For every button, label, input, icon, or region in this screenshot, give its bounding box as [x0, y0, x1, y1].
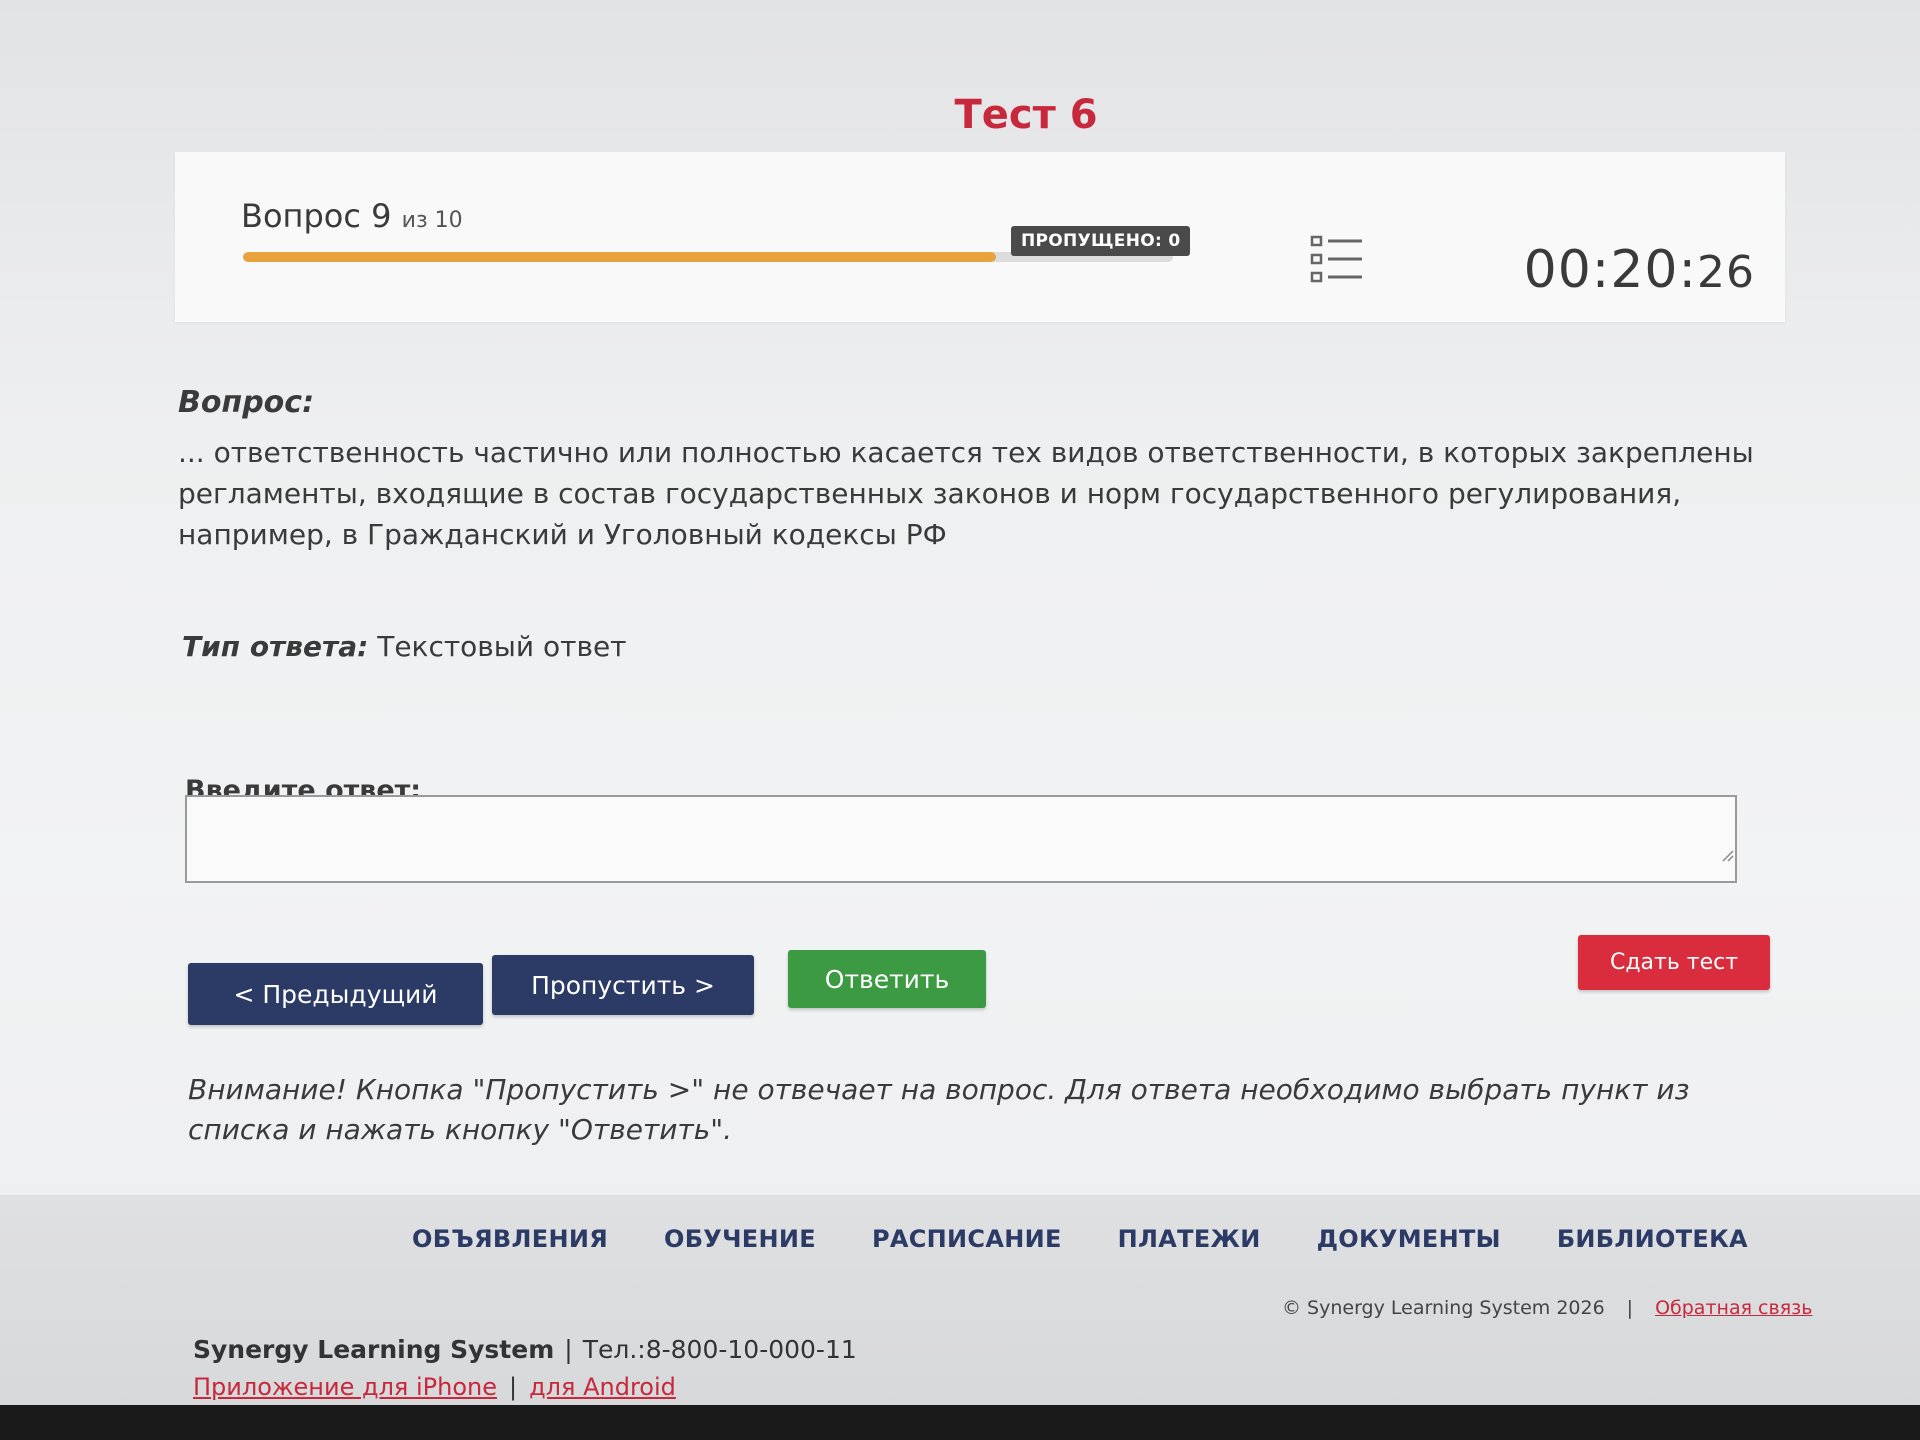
answer-type-label: Тип ответа: [182, 630, 369, 663]
answer-button[interactable]: Ответить [788, 950, 986, 1008]
footer-nav-documents[interactable]: ДОКУМЕНТЫ [1317, 1225, 1501, 1253]
question-label: Вопрос: [178, 385, 315, 420]
answer-type-value: Текстовый ответ [377, 630, 627, 663]
question-current: 9 [371, 197, 392, 235]
question-counter: Вопрос 9 из 10 [241, 197, 463, 235]
copyright-separator: | [1626, 1297, 1634, 1319]
timer: 00:20:26 [1524, 240, 1755, 300]
footer-nav-education[interactable]: ОБУЧЕНИЕ [664, 1225, 816, 1253]
copyright: © Synergy Learning System 2026 | Обратная … [1282, 1297, 1812, 1319]
title-area: Тест 6 [0, 0, 1920, 160]
progress-panel: Вопрос 9 из 10 ПРОПУЩЕНО: 0 00:20:26 [175, 152, 1785, 322]
answer-type: Тип ответа: Текстовый ответ [182, 630, 626, 663]
footer-nav-schedule[interactable]: РАСПИСАНИЕ [872, 1225, 1062, 1253]
previous-button[interactable]: < Предыдущий [188, 963, 483, 1025]
screen-bezel [0, 1405, 1920, 1440]
footer-nav: ОБЪЯВЛЕНИЯ ОБУЧЕНИЕ РАСПИСАНИЕ ПЛАТЕЖИ Д… [412, 1225, 1748, 1253]
phone-number: Тел.:8-800-10-000-11 [582, 1335, 857, 1364]
submit-test-button[interactable]: Сдать тест [1578, 935, 1770, 990]
list-icon-svg [1310, 235, 1362, 283]
timer-seconds: 26 [1697, 247, 1755, 298]
skip-button[interactable]: Пропустить > [492, 955, 754, 1015]
copyright-text: © Synergy Learning System 2026 [1282, 1297, 1605, 1319]
app-android-link[interactable]: для Android [529, 1373, 676, 1401]
brand-separator: | [564, 1335, 573, 1364]
apps-separator: | [508, 1373, 518, 1401]
timer-main: 00:20: [1523, 240, 1697, 300]
answer-input[interactable] [185, 795, 1737, 883]
apps-line: Приложение для iPhone | для Android [193, 1373, 676, 1401]
warning-text: Внимание! Кнопка "Пропустить >" не отвеч… [188, 1073, 1690, 1146]
skipped-badge: ПРОПУЩЕНО: 0 [1011, 226, 1191, 256]
resize-grip-icon[interactable] [1720, 848, 1734, 862]
app-iphone-link[interactable]: Приложение для iPhone [193, 1373, 497, 1401]
page: Тест 6 Вопрос 9 из 10 ПРОПУЩЕНО: 0 00:20… [0, 0, 1920, 1440]
question-text: ... ответственность частично или полност… [178, 436, 1754, 551]
progress-fill [243, 252, 997, 262]
feedback-link[interactable]: Обратная связь [1655, 1297, 1812, 1319]
footer-nav-announcements[interactable]: ОБЪЯВЛЕНИЯ [412, 1225, 608, 1253]
list-icon[interactable] [1310, 234, 1364, 284]
question-word: Вопрос [241, 197, 361, 235]
page-title: Тест 6 [954, 92, 1098, 138]
question-total: из 10 [401, 208, 463, 233]
footer-nav-payments[interactable]: ПЛАТЕЖИ [1118, 1225, 1261, 1253]
footer-nav-library[interactable]: БИБЛИОТЕКА [1557, 1225, 1748, 1253]
brand-line: Synergy Learning System | Тел.:8-800-10-00… [193, 1335, 857, 1364]
brand-name: Synergy Learning System [193, 1335, 555, 1364]
footer: ОБЪЯВЛЕНИЯ ОБУЧЕНИЕ РАСПИСАНИЕ ПЛАТЕЖИ Д… [0, 1195, 1920, 1440]
